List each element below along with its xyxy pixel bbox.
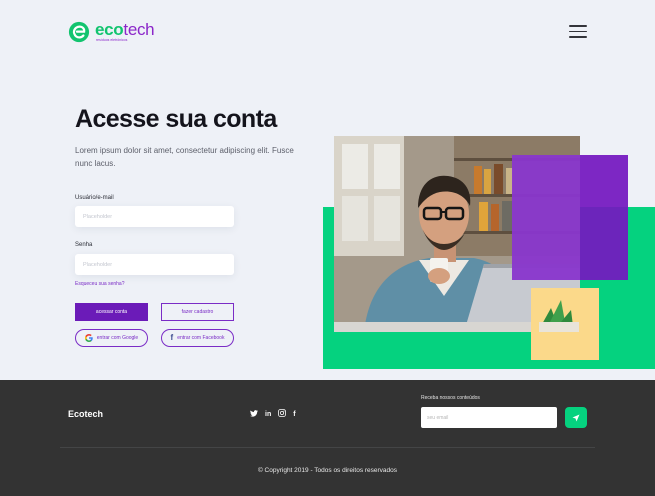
ecotech-logo-icon [68, 21, 90, 43]
decorative-purple-overlay [512, 155, 580, 280]
newsletter-label: Receba nossos conteúdos [421, 395, 480, 401]
site-footer: Ecotech in f Receba nossos conteúdos © C… [0, 380, 655, 496]
facebook-login-button[interactable]: f entrar com Facebook [161, 329, 234, 347]
brand-tagline: resíduos eletrônicos [96, 38, 128, 43]
social-links: in f [250, 409, 296, 419]
footer-divider [60, 447, 595, 448]
facebook-icon: f [170, 333, 174, 342]
user-field-label: Usuário/e-mail [75, 195, 114, 201]
menu-line [569, 30, 587, 33]
password-input[interactable] [75, 254, 234, 275]
twitter-icon[interactable] [250, 409, 258, 419]
google-icon [84, 334, 93, 342]
plant-icon [539, 300, 579, 332]
google-login-button[interactable]: entrar com Google [75, 329, 148, 347]
decorative-yellow-block [531, 288, 599, 360]
brand-wordmark: ecotech resíduos eletrônicos [95, 20, 155, 43]
signup-button[interactable]: fazer cadastro [161, 303, 234, 321]
login-button[interactable]: acessar conta [75, 303, 148, 321]
google-button-label: entrar com Google [96, 335, 139, 341]
brand-name-eco: eco [95, 20, 124, 40]
password-field-label: Senha [75, 242, 93, 248]
forgot-password-link[interactable]: Esqueceu sua senha? [75, 281, 124, 287]
page-description: Lorem ipsum dolor sit amet, consectetur … [75, 146, 294, 168]
hamburger-menu-icon[interactable] [569, 25, 587, 38]
facebook-social-icon[interactable]: f [293, 411, 295, 418]
menu-line [569, 36, 587, 38]
newsletter-email-input[interactable] [421, 407, 557, 428]
menu-line [569, 25, 587, 27]
footer-brand: Ecotech [68, 409, 104, 419]
copyright-text: © Copyright 2019 - Todos os direitos res… [257, 467, 398, 474]
user-email-input[interactable] [75, 206, 234, 227]
facebook-button-label: entrar com Facebook [177, 335, 225, 341]
instagram-icon[interactable] [278, 409, 287, 419]
page-title: Acesse sua conta [75, 105, 277, 133]
newsletter-send-button[interactable] [565, 407, 587, 428]
linkedin-icon[interactable]: in [265, 411, 271, 418]
brand-logo[interactable]: ecotech resíduos eletrônicos [68, 20, 155, 43]
send-icon [572, 414, 580, 421]
brand-name-tech: tech [123, 20, 155, 40]
